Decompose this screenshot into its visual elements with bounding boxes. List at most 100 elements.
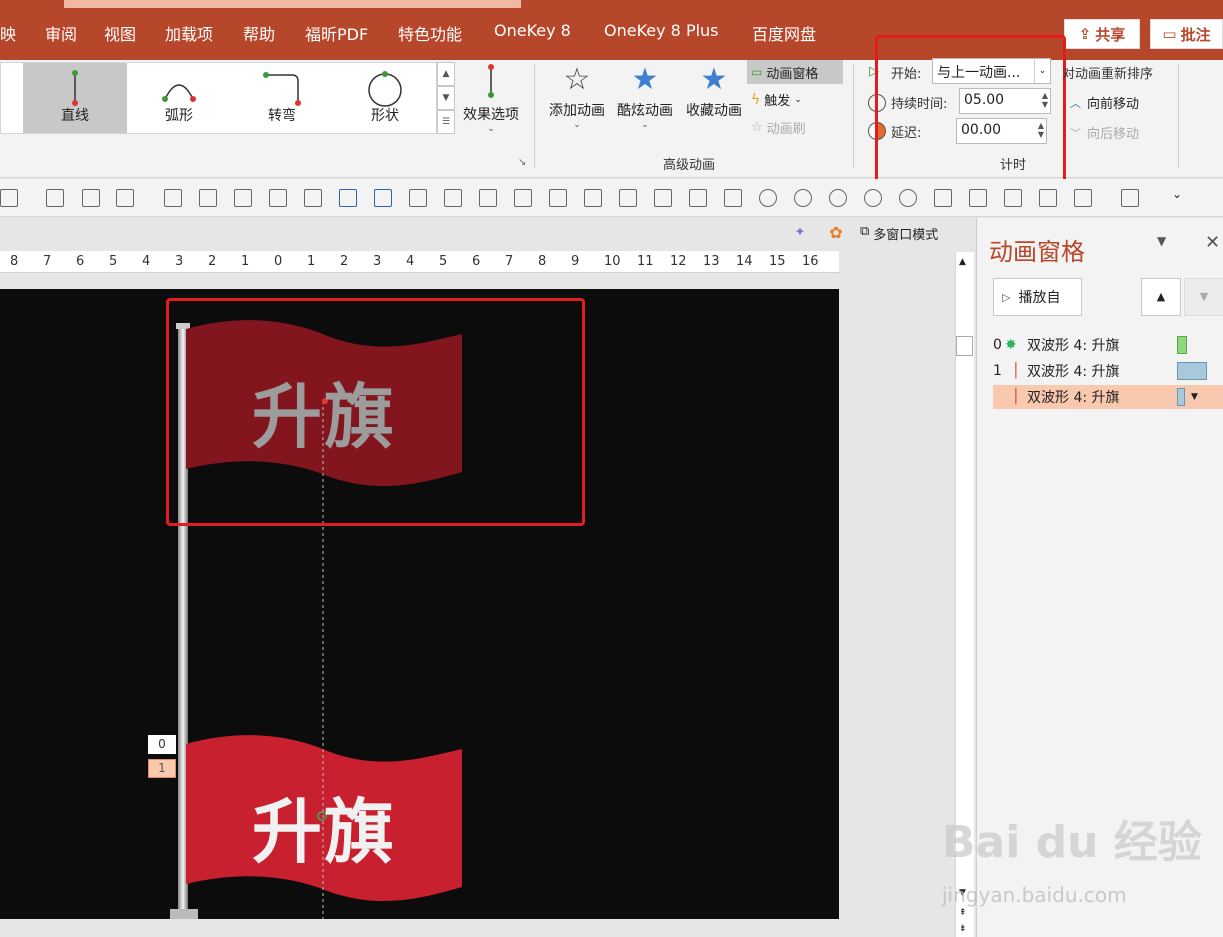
pane-options-icon[interactable]: ▼ [1157,234,1166,248]
trigger-button[interactable]: ϟ 触发 ⌄ [751,90,802,110]
tab-slideshow[interactable]: 映 [0,21,16,45]
dialog-launcher-icon[interactable]: ↘ [518,157,526,168]
motion-path-gallery: 直线 弧形 转弯 形状 [0,62,437,134]
comment-icon: ▭ [1162,25,1177,43]
tab-view[interactable]: 视图 [104,21,136,45]
align-right-edge-icon[interactable] [549,189,567,207]
animation-label: 双波形 4: 升旗 [1027,390,1120,406]
triangle-icon[interactable] [199,189,217,207]
gallery-item-arc[interactable]: 弧形 [127,63,231,133]
magic-icon[interactable]: ✦ [786,220,814,246]
align-middle-icon[interactable] [724,189,742,207]
ungroup-icon[interactable] [969,189,987,207]
tab-features[interactable]: 特色功能 [398,21,462,45]
previous-slide-icon[interactable]: ⇞ [959,908,967,918]
settings-icon[interactable]: ✿ [822,220,850,246]
align-left-icon[interactable] [46,189,64,207]
ruler-label: 1 [307,254,316,269]
textbox-icon[interactable] [234,189,252,207]
shape-edit-icon[interactable] [444,189,462,207]
move-earlier-button[interactable]: ︿ 向前移动 [1070,93,1140,113]
toolbar-overflow-icon[interactable]: ⌄ [1172,187,1182,201]
tab-help[interactable]: 帮助 [243,21,275,45]
tab-onekey8[interactable]: OneKey 8 [494,21,571,40]
title-search-box[interactable] [64,0,521,8]
gallery-scroll-up[interactable]: ▲ [437,62,455,86]
gallery-item-line[interactable]: 直线 [23,63,127,133]
play-from-button[interactable]: ▷ 播放自 [993,278,1082,316]
ruler-label: 5 [109,254,118,269]
burst-icon: ✸ [1005,337,1017,353]
animation-list-item[interactable]: 1 │ 双波形 4: 升旗 [993,359,1223,383]
tab-baidu-netdisk[interactable]: 百度网盘 [752,21,816,45]
textbox-bottom-icon[interactable] [269,189,287,207]
cool-animation-button[interactable]: ★ 酷炫动画 ⌄ [612,60,678,140]
intersect-icon[interactable] [864,189,882,207]
ruler-label: 6 [472,254,481,269]
tab-addins[interactable]: 加载项 [165,21,213,45]
animation-painter-button[interactable]: ☆ 动画刷 [751,118,806,137]
union-icon[interactable] [759,189,777,207]
animation-list-item-selected[interactable]: │ 双波形 4: 升旗 ▼ [993,385,1223,409]
move-down-button[interactable]: ▼ [1184,278,1223,316]
gallery-item-turn[interactable]: 转弯 [230,63,334,133]
distribute-bottom-icon[interactable] [479,189,497,207]
favorite-animation-button[interactable]: ★ 收藏动画 [681,60,747,140]
ruler-label: 7 [505,254,514,269]
tab-review[interactable]: 审阅 [45,21,77,45]
layer-icon[interactable] [1074,189,1092,207]
add-animation-button[interactable]: ☆ 添加动画 ⌄ [544,60,610,140]
gallery-item-shape[interactable]: 形状 [333,63,437,133]
bring-forward-icon[interactable] [1004,189,1022,207]
gallery-more[interactable]: ☰ [437,110,455,134]
animation-pane: 动画窗格 ▼ ✕ ▷ 播放自 ▲ ▼ 0 ✸ 双波形 4: 升旗 1 │ 双波形… [942,218,1223,937]
combine-icon[interactable] [794,189,812,207]
align-left-edge-icon[interactable] [584,189,602,207]
subtract-icon[interactable] [899,189,917,207]
trigger-label: 触发 [764,94,791,109]
scroll-up-icon[interactable]: ▲ [959,257,966,267]
next-slide-icon[interactable]: ⇟ [959,924,967,934]
drawing-toolbar: ⌄ [0,179,1223,217]
ruler-label: 9 [571,254,580,269]
chevron-down-icon: ﹀ [1070,126,1081,140]
gallery-scroll-down[interactable]: ▼ [437,86,455,110]
tab-foxit-pdf[interactable]: 福昕PDF [305,21,368,45]
group-icon[interactable] [934,189,952,207]
fragment-icon[interactable] [829,189,847,207]
close-icon[interactable]: ✕ [1205,232,1220,253]
text-frame-arrow-icon[interactable] [374,189,392,207]
distribute-v-icon[interactable] [689,189,707,207]
freeform-icon[interactable] [164,189,182,207]
align-icon[interactable] [0,189,18,207]
shape-fill-icon[interactable] [409,189,427,207]
ruler-label: 15 [769,254,786,269]
ruler-label: 5 [439,254,448,269]
scrollbar-thumb[interactable] [956,336,973,356]
item-dropdown-icon[interactable]: ▼ [1191,392,1198,402]
multi-window-button[interactable]: ⧉ 多窗口模式 [860,224,938,243]
move-earlier-label: 向前移动 [1087,97,1140,112]
move-later-button[interactable]: ﹀ 向后移动 [1070,123,1139,143]
animation-pane-button[interactable]: ▭ 动画窗格 [747,60,843,84]
arrange-icon[interactable] [1121,189,1139,207]
text-frame-icon[interactable] [339,189,357,207]
distribute-h-icon[interactable] [654,189,672,207]
move-up-button[interactable]: ▲ [1141,278,1181,316]
highlight-box-flag [166,298,585,526]
ruler-label: 7 [43,254,52,269]
textbox-top-icon[interactable] [304,189,322,207]
animation-tag-0[interactable]: 0 [148,735,176,754]
align-right-icon[interactable] [82,189,100,207]
align-center-icon[interactable] [619,189,637,207]
tab-onekey8-plus[interactable]: OneKey 8 Plus [604,21,719,40]
animation-list-item[interactable]: 0 ✸ 双波形 4: 升旗 [993,333,1223,357]
send-backward-icon[interactable] [1039,189,1057,207]
gallery-item-label: 转弯 [268,108,296,124]
effect-options-button[interactable]: 效果选项 ⌄ [458,60,524,140]
distribute-top-icon[interactable] [514,189,532,207]
animation-tag-1[interactable]: 1 [148,759,176,778]
comment-button[interactable]: ▭ 批注 [1150,19,1223,49]
table-icon[interactable] [116,189,134,207]
share-button[interactable]: ⇪ 共享 [1064,19,1140,49]
